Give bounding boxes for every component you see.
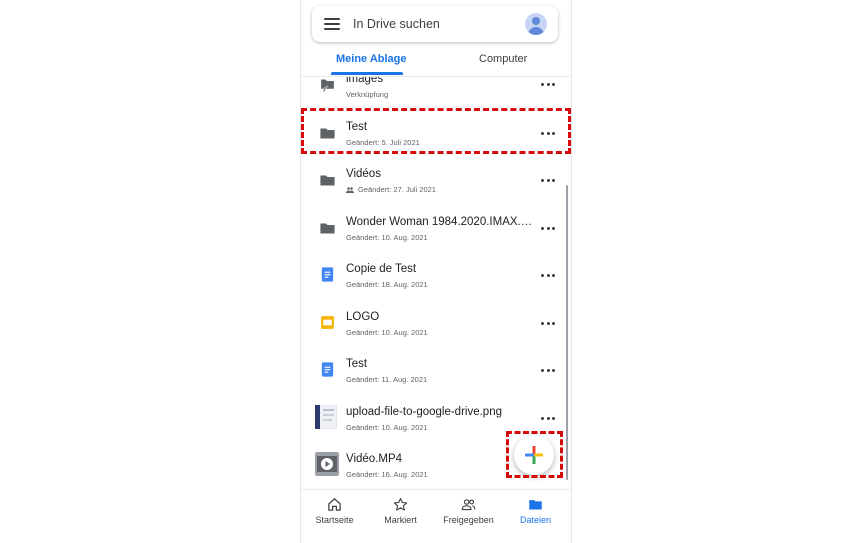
file-name: Wonder Woman 1984.2020.IMAX.H... (346, 216, 536, 228)
file-row-logo[interactable]: LOGO Geändert: 10. Aug. 2021 (301, 311, 565, 358)
nav-markiert[interactable]: Markiert (367, 490, 434, 543)
tab-meine-ablage[interactable]: Meine Ablage (336, 53, 407, 65)
more-options-icon[interactable] (541, 318, 555, 328)
plus-icon (525, 446, 543, 464)
file-name: upload-file-to-google-drive.png (346, 406, 502, 418)
nav-startseite[interactable]: Startseite (301, 490, 368, 543)
video-thumbnail-icon (315, 452, 339, 476)
scrollbar[interactable] (566, 185, 568, 480)
file-meta: Geändert: 11. Aug. 2021 (346, 375, 428, 384)
folder-icon (320, 175, 335, 186)
files-folder-icon (529, 500, 542, 510)
file-meta: Geändert: 27. Juli 2021 (346, 185, 436, 194)
tab-computer[interactable]: Computer (479, 53, 527, 65)
more-options-icon[interactable] (541, 175, 555, 185)
new-fab-button[interactable] (514, 435, 554, 475)
file-row-videos[interactable]: Vidéos Geändert: 27. Juli 2021 (301, 168, 565, 215)
google-docs-icon (321, 362, 334, 377)
hamburger-menu-icon[interactable] (324, 18, 340, 30)
nav-label: Freigegeben (443, 515, 494, 525)
folder-icon (320, 128, 335, 139)
more-options-icon[interactable] (541, 79, 555, 89)
file-row-copie-de-test[interactable]: Copie de Test Geändert: 18. Aug. 2021 (301, 263, 565, 310)
file-meta: Geändert: 5. Juli 2021 (346, 138, 420, 147)
image-thumbnail-icon (315, 405, 337, 429)
file-meta: Geändert: 10. Aug. 2021 (346, 328, 428, 337)
file-meta: Geändert: 16. Aug. 2021 (346, 470, 428, 479)
home-icon (328, 498, 341, 511)
active-tab-indicator (331, 72, 403, 75)
nav-dateien[interactable]: Dateien (502, 490, 569, 543)
drive-app: In Drive suchen Meine Ablage Computer im… (300, 0, 572, 543)
more-options-icon[interactable] (541, 270, 555, 280)
star-icon (393, 498, 408, 511)
file-meta: Geändert: 10. Aug. 2021 (346, 233, 428, 242)
file-meta: Verknüpfung (346, 90, 389, 99)
file-name: images (346, 77, 384, 85)
more-options-icon[interactable] (541, 128, 555, 138)
file-name: Vidéo.MP4 (346, 453, 403, 465)
file-row-wonder-woman[interactable]: Wonder Woman 1984.2020.IMAX.H... Geänder… (301, 216, 565, 263)
search-input[interactable]: In Drive suchen (353, 17, 440, 31)
file-meta: Geändert: 18. Aug. 2021 (346, 280, 428, 289)
nav-freigegeben[interactable]: Freigegeben (435, 490, 502, 543)
file-meta: Geändert: 10. Aug. 2021 (346, 423, 428, 432)
nav-label: Dateien (519, 515, 552, 525)
file-name: Test (346, 358, 368, 370)
google-docs-icon (321, 267, 334, 282)
file-name: Test (346, 121, 368, 133)
account-avatar-icon[interactable] (525, 13, 547, 35)
shared-people-icon (461, 499, 476, 511)
file-list: images Verknüpfung Test Geändert: 5. Jul… (301, 77, 571, 489)
file-row-images[interactable]: images Verknüpfung (301, 77, 565, 120)
search-bar[interactable]: In Drive suchen (312, 6, 558, 42)
bottom-navigation: Startseite Markiert Freigegeben Dateien (301, 489, 571, 543)
tab-bar: Meine Ablage Computer (301, 46, 571, 77)
folder-icon (320, 223, 335, 234)
nav-label: Startseite (315, 515, 354, 525)
google-slides-icon (321, 316, 334, 329)
nav-label: Markiert (384, 515, 417, 525)
file-name: Vidéos (346, 168, 381, 180)
shortcut-folder-icon (321, 79, 334, 92)
more-options-icon[interactable] (541, 413, 555, 423)
shared-people-icon (346, 186, 354, 193)
file-row-test-folder[interactable]: Test Geändert: 5. Juli 2021 (301, 121, 565, 168)
file-name: LOGO (346, 311, 380, 323)
file-row-test-doc[interactable]: Test Geändert: 11. Aug. 2021 (301, 358, 565, 405)
more-options-icon[interactable] (541, 223, 555, 233)
file-name: Copie de Test (346, 263, 417, 275)
more-options-icon[interactable] (541, 365, 555, 375)
